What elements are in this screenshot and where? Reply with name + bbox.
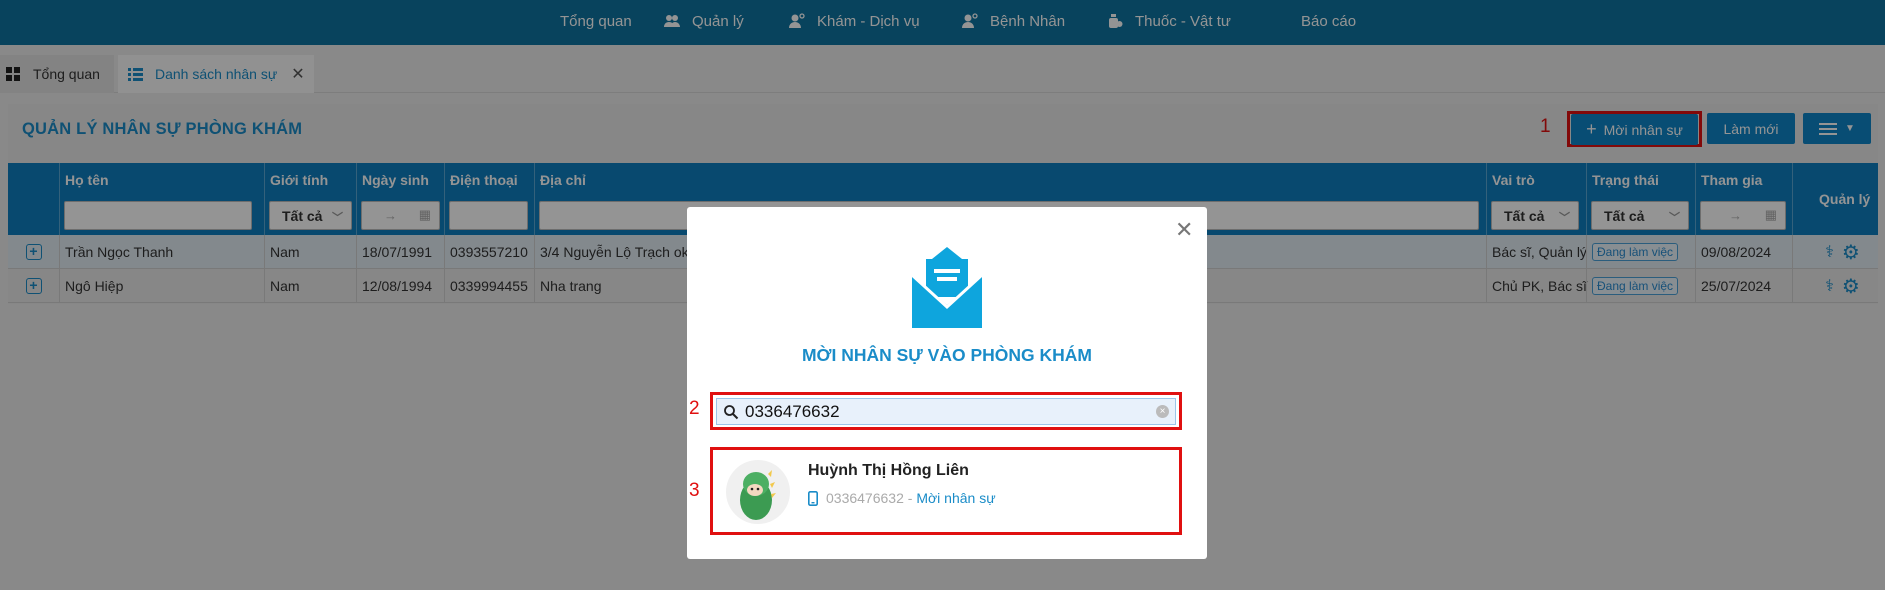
- envelope-icon: [910, 247, 984, 328]
- close-icon[interactable]: ✕: [1175, 217, 1193, 243]
- clear-icon[interactable]: ×: [1156, 405, 1169, 418]
- modal-title: MỜI NHÂN SỰ VÀO PHÒNG KHÁM: [801, 345, 1092, 365]
- result-name: Huỳnh Thị Hồng Liên: [808, 462, 969, 479]
- result-phone: 0336476632: [826, 490, 904, 506]
- result-details: 0336476632 - Mời nhân sự: [808, 490, 996, 506]
- invite-staff-link[interactable]: Mời nhân sự: [916, 490, 995, 506]
- result-separator: -: [903, 490, 917, 506]
- step-marker-3: 3: [689, 480, 700, 501]
- search-value: 0336476632: [745, 401, 840, 421]
- avatar: [726, 460, 790, 524]
- step-marker-2: 2: [689, 398, 700, 419]
- phone-icon: [808, 490, 818, 506]
- phone-search-input[interactable]: 0336476632 ×: [716, 398, 1176, 425]
- search-icon: [724, 404, 739, 419]
